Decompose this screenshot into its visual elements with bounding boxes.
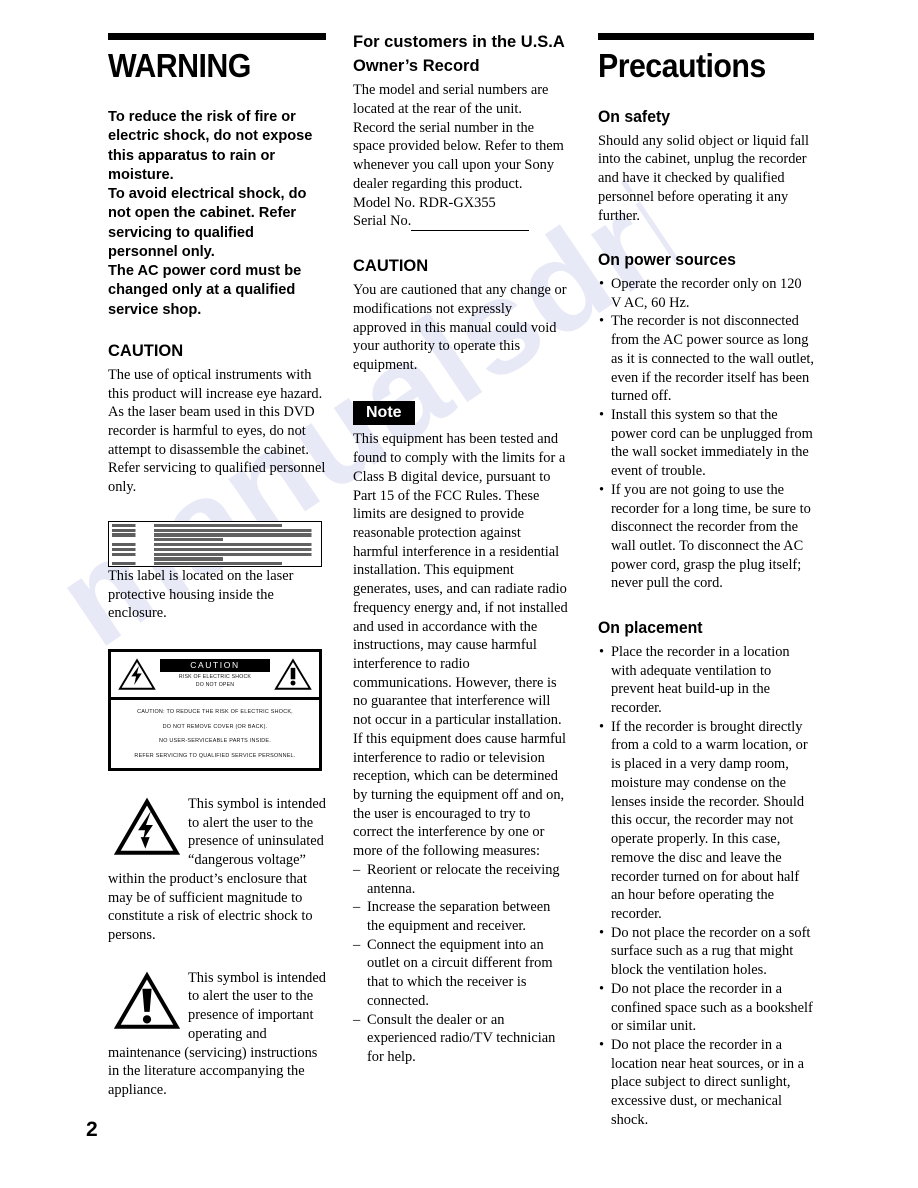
shock-box-line: NO USER-SERVICEABLE PARTS INSIDE.: [159, 738, 271, 745]
electric-shock-caution-box: CAUTION RISK OF ELECTRIC SHOCK DO NOT OP…: [108, 649, 322, 772]
list-item: Consult the dealer or an experienced rad…: [353, 1011, 569, 1067]
note-badge: Note: [353, 400, 415, 426]
left-caution-text: The use of optical instruments with this…: [108, 366, 326, 496]
middle-caution-text: You are cautioned that any change or mod…: [353, 282, 567, 374]
shock-box-line: DO NOT REMOVE COVER (OR BACK).: [162, 723, 268, 730]
shock-box-line: REFER SERVICING TO QUALIFIED SERVICE PER…: [134, 752, 296, 759]
exclamation-triangle-icon: [274, 658, 312, 690]
warning-paragraph: The AC power cord must be changed only a…: [108, 263, 302, 318]
list-item: Do not place the recorder on a soft surf…: [598, 924, 814, 980]
on-placement-heading: On placement: [598, 618, 703, 638]
on-placement-list: Place the recorder in a location with ad…: [598, 643, 814, 1130]
fcc-measures-list: Reorient or relocate the receiving anten…: [353, 861, 569, 1067]
shock-box-caution-block: CAUTION RISK OF ELECTRIC SHOCK DO NOT OP…: [156, 659, 274, 689]
owner-record-paragraph: The model and serial numbers are located…: [353, 82, 549, 117]
shock-box-caution-bar: CAUTION: [160, 659, 270, 673]
label-location-caption: This label is located on the laser prote…: [108, 567, 294, 622]
lightning-bolt-icon: [118, 658, 156, 690]
list-item: Reorient or relocate the receiving anten…: [353, 861, 569, 898]
owners-record-heading: Owner’s Record: [353, 57, 480, 76]
model-number-line: Model No. RDR-GX355: [353, 194, 496, 211]
right-column-rule: [598, 33, 814, 40]
shock-box-caution-sub: RISK OF ELECTRIC SHOCK DO NOT OPEN: [160, 674, 270, 690]
list-item: Place the recorder in a location with ad…: [598, 643, 814, 718]
list-item: Do not place the recorder in a confined …: [598, 980, 814, 1036]
on-safety-text: Should any solid object or liquid fall i…: [598, 132, 810, 224]
serial-number-label: Serial No.: [353, 213, 412, 230]
warning-heading: WARNING: [108, 47, 251, 84]
warning-paragraph: To avoid electrical shock, do not open t…: [108, 186, 307, 260]
laser-label-body: [154, 523, 318, 566]
shock-box-bottom: CAUTION: TO REDUCE THE RISK OF ELECTRIC …: [111, 700, 319, 768]
usa-customers-heading-line1: For customers in the U.S.A: [353, 33, 565, 51]
list-item: Operate the recorder only on 120 V AC, 6…: [598, 275, 814, 312]
page-number: 2: [86, 1118, 98, 1141]
on-power-sources-heading: On power sources: [598, 250, 736, 270]
laser-label-terms: [112, 523, 150, 566]
fcc-note-text: This equipment has been tested and found…: [353, 431, 568, 860]
list-item: Connect the equipment into an outlet on …: [353, 936, 569, 1011]
shock-box-top: CAUTION RISK OF ELECTRIC SHOCK DO NOT OP…: [111, 652, 319, 701]
on-safety-heading: On safety: [598, 107, 671, 126]
left-caution-heading: CAUTION: [108, 341, 184, 360]
manual-page: manualsdrive.com WARNING To reduce the r…: [0, 0, 918, 1188]
owner-record-paragraph: Record the serial number in the space pr…: [353, 119, 564, 192]
attention-symbol-block: This symbol is intended to alert the use…: [108, 969, 326, 1100]
lightning-bolt-icon: [114, 797, 180, 855]
serial-number-line: Serial No.: [353, 212, 569, 232]
precautions-heading: Precautions: [598, 47, 766, 84]
shock-sub-line: RISK OF ELECTRIC SHOCK: [178, 674, 252, 681]
list-item: The recorder is not disconnected from th…: [598, 312, 814, 406]
list-item: Increase the separation between the equi…: [353, 898, 569, 935]
right-column: Precautions On safety Should any solid o…: [598, 33, 814, 1130]
shock-box-line: CAUTION: TO REDUCE THE RISK OF ELECTRIC …: [137, 709, 293, 716]
left-column-rule: [108, 33, 326, 40]
laser-warning-label: [108, 520, 322, 567]
serial-number-blank[interactable]: [411, 219, 530, 232]
middle-column: For customers in the U.S.A Owner’s Recor…: [353, 33, 569, 1067]
list-item: Install this system so that the power co…: [598, 406, 814, 481]
dangerous-voltage-symbol-block: This symbol is intended to alert the use…: [108, 795, 326, 945]
warning-paragraph: To reduce the risk of fire or electric s…: [108, 109, 313, 183]
on-power-sources-list: Operate the recorder only on 120 V AC, 6…: [598, 275, 814, 593]
list-item: If you are not going to use the recorder…: [598, 481, 814, 593]
shock-sub-line: DO NOT OPEN: [195, 682, 235, 688]
note-badge-wrap: Note: [353, 400, 569, 431]
list-item: If the recorder is brought directly from…: [598, 718, 814, 924]
list-item: Do not place the recorder in a location …: [598, 1036, 814, 1130]
warning-statements: To reduce the risk of fire or electric s…: [108, 108, 326, 320]
exclamation-triangle-icon: [114, 971, 180, 1029]
middle-caution-heading: CAUTION: [353, 257, 429, 276]
left-column: WARNING To reduce the risk of fire or el…: [108, 33, 326, 1100]
